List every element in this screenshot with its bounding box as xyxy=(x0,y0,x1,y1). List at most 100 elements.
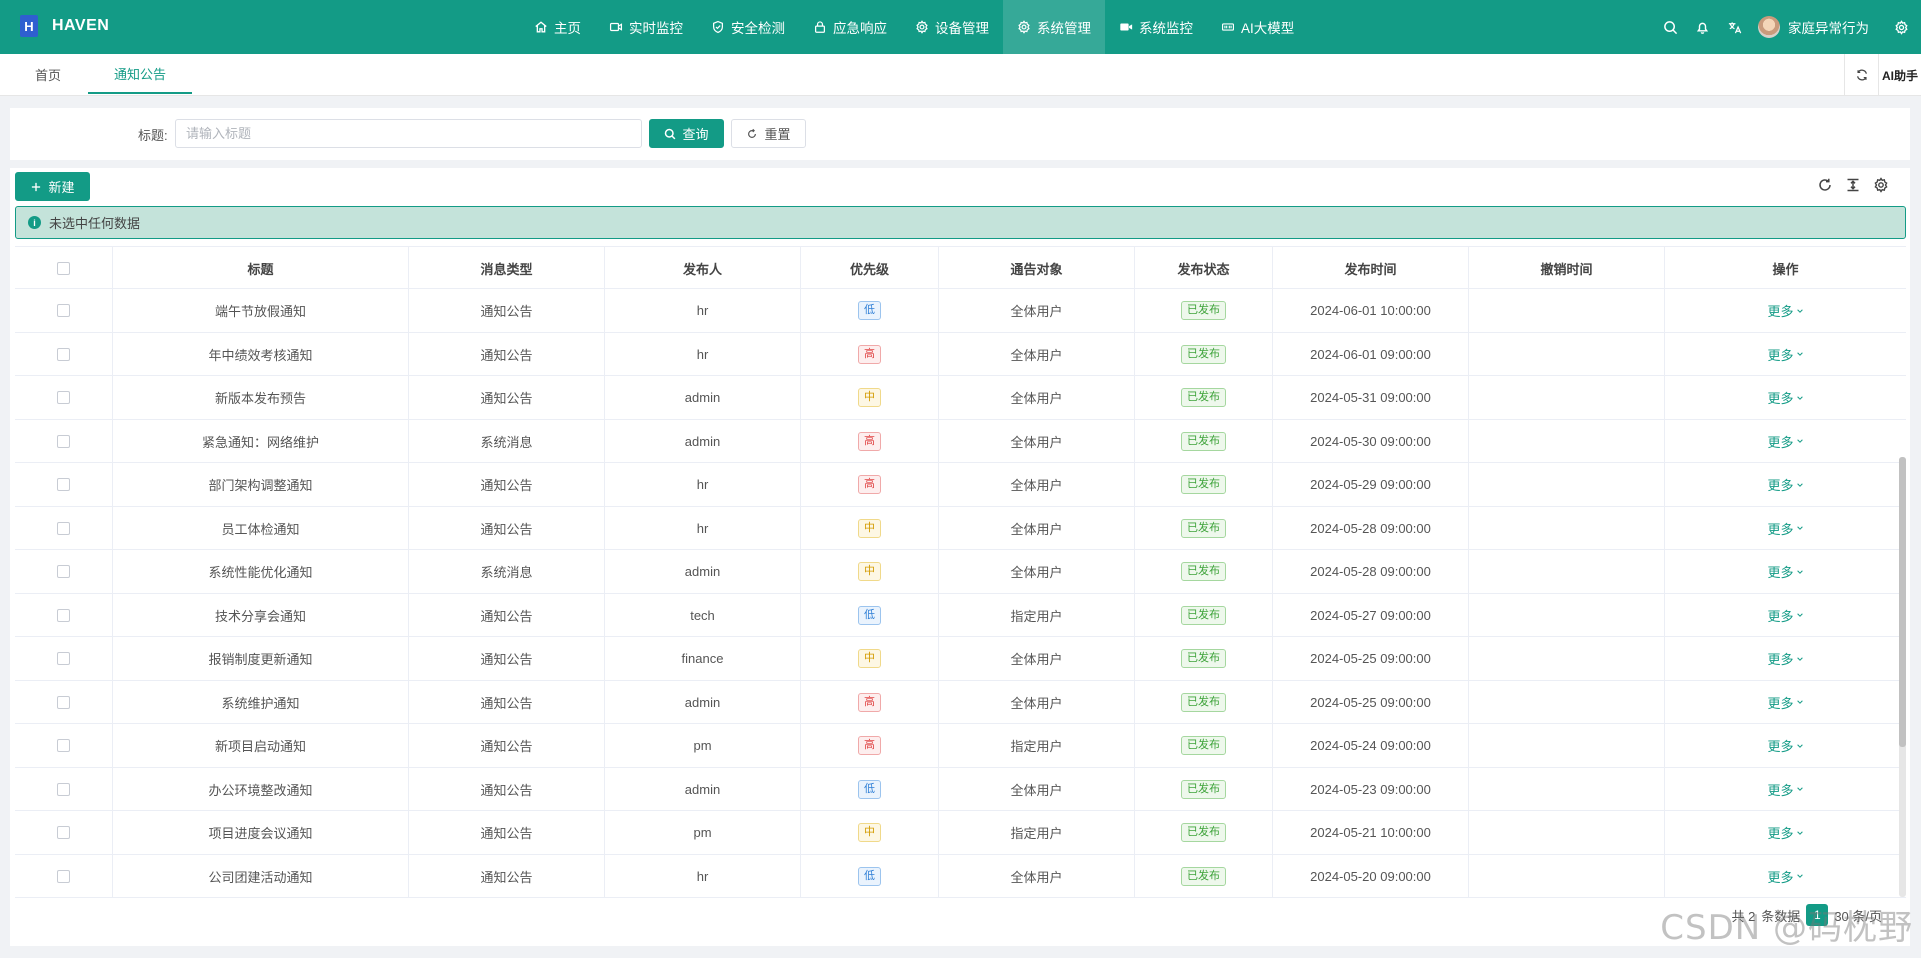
col-header-revoke-time[interactable]: 撤销时间 xyxy=(1469,247,1665,289)
avatar xyxy=(1758,16,1780,38)
col-header-publish-time[interactable]: 发布时间 xyxy=(1273,247,1469,289)
cell-action: 更多 xyxy=(1665,855,1906,898)
nav-item-2[interactable]: 安全检测 xyxy=(697,0,799,54)
more-actions-link[interactable]: 更多 xyxy=(1767,432,1803,451)
more-actions-link[interactable]: 更多 xyxy=(1767,693,1803,712)
more-actions-link[interactable]: 更多 xyxy=(1767,345,1803,364)
table-row[interactable]: 部门架构调整通知 通知公告 hr 高 全体用户 已发布 2024-05-29 09:00:0… xyxy=(15,463,1906,507)
row-checkbox[interactable] xyxy=(57,608,70,622)
table-row[interactable]: 年中绩效考核通知 通知公告 hr 高 全体用户 已发布 2024-06-01 09:00:0… xyxy=(15,332,1906,376)
row-checkbox[interactable] xyxy=(57,565,70,578)
col-header-priority[interactable]: 优先级 xyxy=(801,247,939,289)
cell-action: 更多 xyxy=(1665,376,1906,419)
table-row[interactable]: 系统维护通知 通知公告 admin 高 全体用户 已发布 2024-05-25 09:00:… xyxy=(15,680,1906,724)
nav-item-1[interactable]: 实时监控 xyxy=(595,0,697,54)
table-row[interactable]: 员工体检通知 通知公告 hr 中 全体用户 已发布 2024-05-28 09:00:00 更… xyxy=(15,506,1906,550)
table-scrollbar[interactable] xyxy=(1899,457,1906,897)
more-actions-link[interactable]: 更多 xyxy=(1767,475,1803,494)
row-checkbox[interactable] xyxy=(57,869,70,883)
row-checkbox[interactable] xyxy=(57,739,70,752)
cell-priority: 中 xyxy=(801,637,939,680)
table-row[interactable]: 报销制度更新通知 通知公告 finance 中 全体用户 已发布 2024-05-25 09… xyxy=(15,637,1906,681)
nav-item-7[interactable]: AI大模型 xyxy=(1207,0,1308,54)
col-header-actions: 操作 xyxy=(1772,261,1799,277)
row-checkbox[interactable] xyxy=(57,391,70,404)
cell-title: 公司团建活动通知 xyxy=(113,854,409,898)
more-actions-link[interactable]: 更多 xyxy=(1767,736,1803,755)
tab-notice[interactable]: 通知公告 xyxy=(88,54,192,94)
more-actions-link[interactable]: 更多 xyxy=(1767,823,1803,842)
select-all-checkbox[interactable] xyxy=(57,261,70,275)
nav-item-3[interactable]: 应急响应 xyxy=(799,0,901,54)
row-checkbox[interactable] xyxy=(57,434,70,448)
more-actions-link[interactable]: 更多 xyxy=(1767,606,1803,625)
more-actions-link[interactable]: 更多 xyxy=(1767,867,1803,886)
reset-button[interactable]: 重置 xyxy=(731,119,806,148)
title-label: 标题: xyxy=(138,128,168,143)
settings-icon[interactable] xyxy=(1881,0,1921,54)
nav-item-5[interactable]: 系统管理 xyxy=(1003,0,1105,54)
column-settings-icon[interactable] xyxy=(1872,176,1890,194)
table-row[interactable]: 新项目启动通知 通知公告 pm 高 指定用户 已发布 2024-05-24 09:00:00… xyxy=(15,724,1906,768)
more-actions-link[interactable]: 更多 xyxy=(1767,388,1803,407)
tab-home[interactable]: 首页 xyxy=(22,54,74,94)
scrollbar-thumb[interactable] xyxy=(1899,457,1906,747)
col-header-publisher[interactable]: 发布人 xyxy=(605,247,801,289)
more-actions-link[interactable]: 更多 xyxy=(1767,649,1803,668)
more-label: 更多 xyxy=(1767,521,1794,537)
row-checkbox[interactable] xyxy=(57,347,70,361)
table-row[interactable]: 办公环境整改通知 通知公告 admin 低 全体用户 已发布 2024-05-23 09:0… xyxy=(15,767,1906,811)
col-header-status[interactable]: 发布状态 xyxy=(1135,247,1273,289)
col-header-title[interactable]: 标题 xyxy=(113,247,409,289)
cell-revoke-time xyxy=(1469,811,1665,854)
table-tools xyxy=(1816,176,1890,194)
search-icon[interactable] xyxy=(1654,0,1686,54)
title-input[interactable] xyxy=(175,119,642,148)
row-checkbox[interactable] xyxy=(57,826,70,839)
row-checkbox[interactable] xyxy=(57,782,70,796)
new-button[interactable]: 新建 xyxy=(15,172,90,201)
cell-revoke-time xyxy=(1469,724,1665,767)
query-button[interactable]: 查询 xyxy=(649,119,724,148)
row-checkbox[interactable] xyxy=(57,695,70,709)
nav-item-4[interactable]: 设备管理 xyxy=(901,0,1003,54)
translate-icon[interactable] xyxy=(1718,0,1750,54)
reset-label: 重置 xyxy=(764,127,791,142)
table-row[interactable]: 公司团建活动通知 通知公告 hr 低 全体用户 已发布 2024-05-20 09:00:0… xyxy=(15,854,1906,898)
more-actions-link[interactable]: 更多 xyxy=(1767,301,1803,320)
table-row[interactable]: 新版本发布预告 通知公告 admin 中 全体用户 已发布 2024-05-31 09:00… xyxy=(15,376,1906,420)
cell-revoke-time xyxy=(1469,767,1665,811)
more-actions-link[interactable]: 更多 xyxy=(1767,519,1803,538)
table-row[interactable]: 项目进度会议通知 通知公告 pm 中 指定用户 已发布 2024-05-21 10:00:0… xyxy=(15,811,1906,855)
cell-action: 更多 xyxy=(1665,420,1906,463)
bell-icon[interactable] xyxy=(1686,0,1718,54)
more-actions-link[interactable]: 更多 xyxy=(1767,780,1803,799)
more-actions-link[interactable]: 更多 xyxy=(1767,562,1803,581)
table-row[interactable]: 技术分享会通知 通知公告 tech 低 指定用户 已发布 2024-05-27 09:00:… xyxy=(15,593,1906,637)
refresh-tabs-button[interactable] xyxy=(1844,54,1878,96)
more-label: 更多 xyxy=(1767,347,1794,363)
status-badge: 已发布 xyxy=(1181,431,1226,451)
ai-assistant-button[interactable]: AI助手 xyxy=(1878,54,1921,96)
cell-type: 系统消息 xyxy=(409,419,605,463)
table-row[interactable]: 端午节放假通知 通知公告 hr 低 全体用户 已发布 2024-06-01 10:00:00… xyxy=(15,289,1906,333)
row-checkbox[interactable] xyxy=(57,304,70,317)
row-checkbox[interactable] xyxy=(57,521,70,535)
priority-badge: 低 xyxy=(858,605,881,625)
nav-item-6[interactable]: 系统监控 xyxy=(1105,0,1207,54)
user-menu[interactable]: 家庭异常行为 xyxy=(1750,16,1881,38)
row-checkbox[interactable] xyxy=(57,478,70,491)
col-header-type[interactable]: 消息类型 xyxy=(409,247,605,289)
row-checkbox[interactable] xyxy=(57,652,70,665)
logo[interactable]: H HAVEN xyxy=(20,15,109,37)
col-header-target[interactable]: 通告对象 xyxy=(939,247,1135,289)
table-row[interactable]: 系统性能优化通知 系统消息 admin 中 全体用户 已发布 2024-05-28 09:0… xyxy=(15,550,1906,594)
density-icon[interactable] xyxy=(1844,176,1862,194)
cell-type: 通知公告 xyxy=(409,332,605,376)
cell-publisher: pm xyxy=(605,811,801,854)
reload-icon[interactable] xyxy=(1816,176,1834,194)
table-row[interactable]: 紧急通知：网络维护 系统消息 admin 高 全体用户 已发布 2024-05-30 09:… xyxy=(15,419,1906,463)
query-label: 查询 xyxy=(682,127,709,142)
nav-item-0[interactable]: 主页 xyxy=(520,0,595,54)
cell-priority: 中 xyxy=(801,376,939,419)
